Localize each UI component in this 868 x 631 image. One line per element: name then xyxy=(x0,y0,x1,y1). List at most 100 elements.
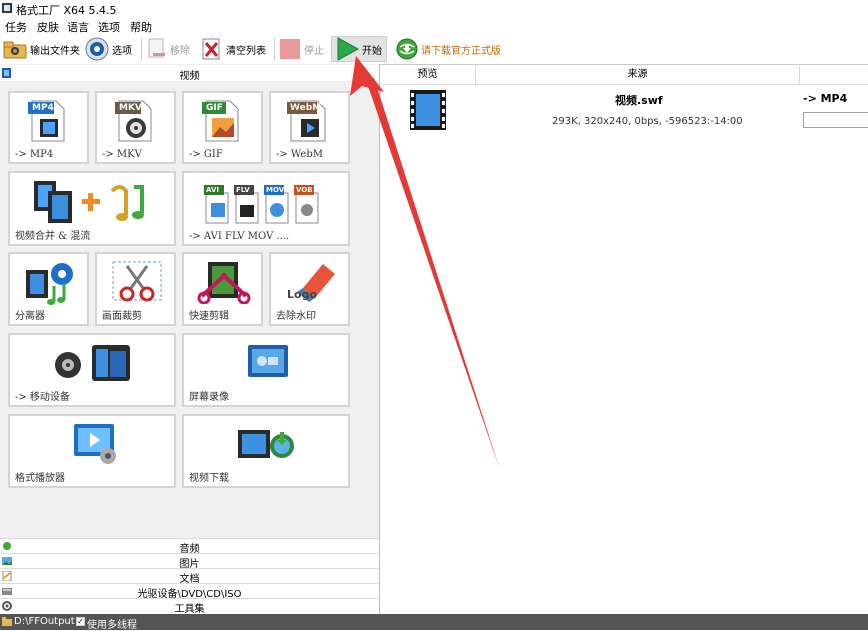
tile-to-mkv[interactable]: MKV -> MKV xyxy=(95,91,176,164)
download-globe-icon xyxy=(396,38,418,60)
tile-video-merge[interactable]: 视频合并 & 混流 xyxy=(8,171,176,246)
tile-to-gif[interactable]: GIF -> GIF xyxy=(182,91,263,164)
menu-help[interactable]: 帮助 xyxy=(130,19,152,35)
clear-list-label: 清空列表 xyxy=(226,45,266,57)
tile-label: -> MKV xyxy=(102,149,142,160)
avi-badge: AVI xyxy=(206,186,219,194)
crop-icon xyxy=(112,261,162,302)
tile-label: 格式播放器 xyxy=(15,473,65,484)
video-tools-area: MP4 -> MP4 MKV -> MKV GIF -> GIF WebM ->… xyxy=(0,81,379,538)
tile-video-download[interactable]: 视频下载 xyxy=(182,414,350,488)
category-document[interactable]: 文档 xyxy=(0,568,379,585)
clear-list-button[interactable]: 清空列表 xyxy=(201,36,266,62)
column-source[interactable]: 来源 xyxy=(476,66,800,84)
toolbar-separator xyxy=(141,38,142,60)
tile-label: -> WebM xyxy=(276,149,323,160)
tile-label: 快速剪辑 xyxy=(189,311,229,322)
webm-badge: WebM xyxy=(290,103,322,113)
progress-field xyxy=(803,112,868,128)
app-icon xyxy=(2,3,12,13)
stop-button[interactable]: 停止 xyxy=(279,36,324,62)
logo-text: Logo xyxy=(287,288,317,301)
tile-label: 屏幕录像 xyxy=(189,392,229,403)
download-official-label: 请下载官方正式版 xyxy=(421,45,501,57)
output-format: -> MP4 xyxy=(803,92,848,105)
menu-options[interactable]: 选项 xyxy=(98,19,120,35)
tile-splitter[interactable]: 分离器 xyxy=(8,252,89,326)
options-button[interactable]: 选项 xyxy=(85,36,132,62)
category-video-label: 视频 xyxy=(179,71,200,82)
video-file-icon xyxy=(410,90,446,130)
clear-list-icon xyxy=(202,38,220,60)
category-optical-disc[interactable]: 光驱设备\DVD\CD\ISO xyxy=(0,583,379,600)
tile-label: -> AVI FLV MOV .... xyxy=(189,231,290,242)
tile-label: -> 移动设备 xyxy=(15,392,70,403)
category-video-header[interactable]: 视频 xyxy=(0,65,379,82)
start-button[interactable]: 开始 xyxy=(331,36,387,62)
tile-remove-watermark[interactable]: Logo 去除水印 xyxy=(269,252,350,326)
video-merge-icon xyxy=(34,181,144,223)
menu-skin[interactable]: 皮肤 xyxy=(37,19,59,35)
tile-to-webm[interactable]: WebM -> WebM xyxy=(269,91,350,164)
flv-badge: FLV xyxy=(236,186,250,194)
column-output[interactable] xyxy=(800,66,868,84)
tile-format-player[interactable]: 格式播放器 xyxy=(8,414,176,488)
title-bar: 格式工厂 X64 5.4.5 xyxy=(0,0,868,17)
tile-label: 去除水印 xyxy=(276,311,316,322)
download-official-button[interactable]: 请下载官方正式版 xyxy=(396,36,501,62)
status-bar: D:\FFOutput ✓ 使用多线程 xyxy=(0,614,868,631)
mp4-badge: MP4 xyxy=(32,103,54,113)
tile-label: 视频合并 & 混流 xyxy=(15,231,91,242)
menu-bar: 任务 皮肤 语言 选项 帮助 xyxy=(0,17,868,34)
mkv-badge: MKV xyxy=(119,103,142,113)
folder-icon xyxy=(3,41,27,59)
options-label: 选项 xyxy=(112,45,132,57)
splitter-icon xyxy=(26,263,73,305)
remove-button[interactable]: 移除 xyxy=(147,36,190,62)
tile-label: -> GIF xyxy=(189,149,223,160)
window-title: 格式工厂 X64 5.4.5 xyxy=(16,4,117,17)
vob-badge: VOB xyxy=(296,186,313,194)
start-label: 开始 xyxy=(362,45,382,57)
folder-icon xyxy=(2,617,12,626)
tile-to-mp4[interactable]: MP4 -> MP4 xyxy=(8,91,89,164)
category-label: 工具集 xyxy=(174,604,205,615)
menu-task[interactable]: 任务 xyxy=(5,19,27,35)
multithread-checkbox[interactable]: ✓ xyxy=(76,617,85,626)
category-toolset[interactable]: 工具集 xyxy=(0,598,379,615)
mov-badge: MOV xyxy=(266,186,285,194)
video-download-icon xyxy=(238,430,294,458)
tile-label: 分离器 xyxy=(15,311,45,322)
category-audio[interactable]: 音频 xyxy=(0,538,379,555)
toolbar-separator xyxy=(274,38,275,60)
tile-mobile-device[interactable]: -> 移动设备 xyxy=(8,333,176,407)
tile-label: -> MP4 xyxy=(15,149,54,160)
remove-label: 移除 xyxy=(170,45,190,57)
mobile-device-icon xyxy=(55,345,130,381)
options-gear-icon xyxy=(85,37,109,61)
file-info: 293K, 320x240, 0bps, -596523:-14:00 xyxy=(552,116,743,127)
file-name: 视频.swf xyxy=(615,94,663,107)
output-folder-button[interactable]: 输出文件夹 xyxy=(3,36,80,62)
left-panel: 视频 MP4 -> MP4 MKV -> MKV GIF -> GIF WebM… xyxy=(0,64,379,615)
menu-language[interactable]: 语言 xyxy=(67,19,89,35)
stop-icon xyxy=(280,39,300,59)
tile-label: 视频下载 xyxy=(189,473,229,484)
column-preview[interactable]: 预览 xyxy=(380,66,476,84)
multithread-label: 使用多线程 xyxy=(87,620,137,631)
task-list-header: 预览 来源 xyxy=(380,66,868,85)
tile-label: 画面裁剪 xyxy=(102,311,142,322)
output-path[interactable]: D:\FFOutput xyxy=(14,616,75,627)
screen-record-icon xyxy=(248,345,288,377)
stop-label: 停止 xyxy=(304,45,324,57)
gif-badge: GIF xyxy=(206,103,223,113)
tile-crop[interactable]: 画面裁剪 xyxy=(95,252,176,326)
tile-to-avi-flv-mov[interactable]: AVI FLV MOV VOB -> AVI FLV MOV .... xyxy=(182,171,350,246)
toolbar: 输出文件夹 选项 移除 清空列表 停止 开始 请下载官方正式版 xyxy=(0,34,868,64)
task-list-panel: 预览 来源 视频.swf 293K, 320x240, 0bps, -59652… xyxy=(380,64,868,615)
remove-icon xyxy=(148,38,165,58)
player-icon xyxy=(74,424,116,464)
tile-screen-record[interactable]: 屏幕录像 xyxy=(182,333,350,407)
tile-quick-clip[interactable]: 快速剪辑 xyxy=(182,252,263,326)
category-image[interactable]: 图片 xyxy=(0,553,379,570)
